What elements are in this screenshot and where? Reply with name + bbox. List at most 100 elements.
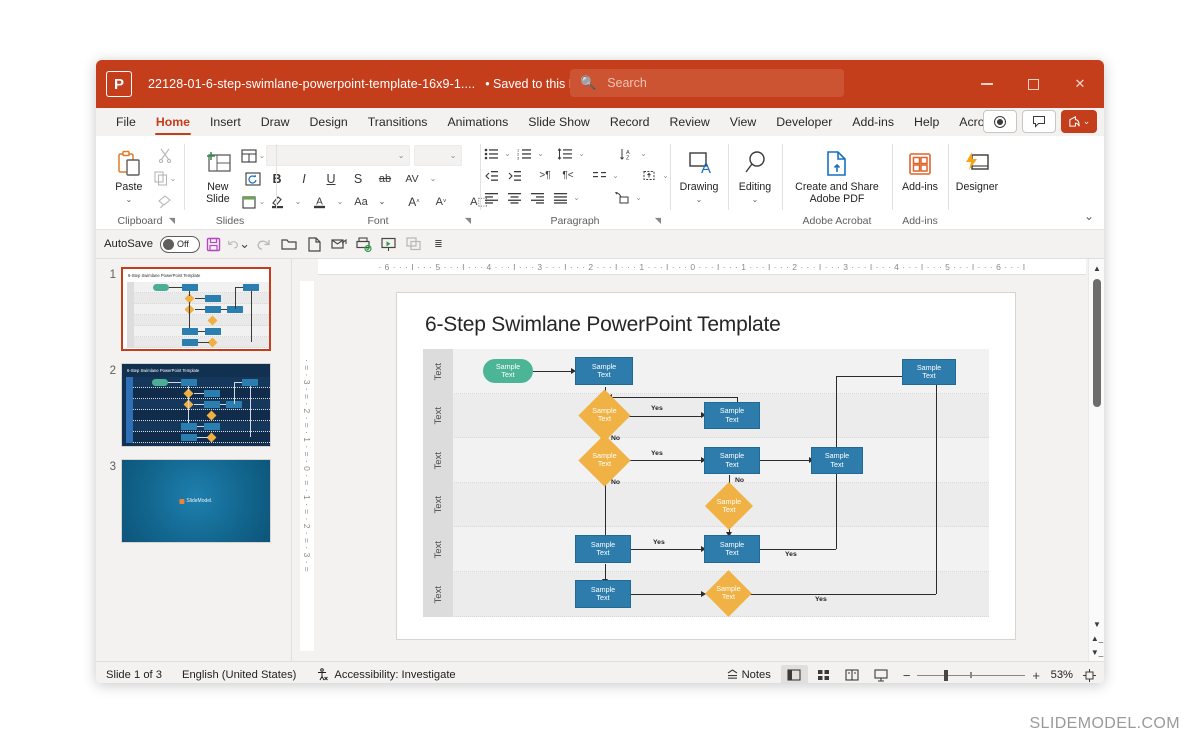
ltr-text-direction-button[interactable]: >¶ <box>534 165 556 186</box>
swimlane-header[interactable]: Text <box>423 572 453 617</box>
section-button[interactable]: ⌄ <box>241 191 265 212</box>
convert-to-smartart-button[interactable] <box>611 187 633 208</box>
swimlane-header[interactable]: Text <box>423 438 453 483</box>
zoom-out-button[interactable]: − <box>903 668 911 683</box>
align-center-button[interactable] <box>503 187 525 208</box>
zoom-slider[interactable] <box>917 669 1026 681</box>
start-slideshow-icon[interactable] <box>377 233 400 256</box>
thumbnail-preview[interactable]: 6-Step Swimlane PowerPoint Template <box>121 267 271 351</box>
swimlane-header[interactable]: Text <box>423 393 453 439</box>
align-left-button[interactable] <box>480 187 502 208</box>
swimlane-diagram[interactable]: Text Text Text Text Text Text Yes No Yes… <box>423 349 989 617</box>
justify-button[interactable] <box>549 187 571 208</box>
sort-button[interactable]: AZ <box>616 143 638 164</box>
create-share-adobe-pdf-button[interactable]: Create and Share Adobe PDF <box>787 143 887 205</box>
layout-button[interactable]: ⌄ <box>241 145 265 166</box>
undo-icon[interactable]: ⌄ <box>227 233 250 256</box>
tab-insert[interactable]: Insert <box>202 111 249 133</box>
font-name-combo[interactable]: ⌄ <box>265 145 410 166</box>
vertical-scrollbar[interactable]: ▲ ▼ ▲_ ▼_ <box>1088 259 1104 661</box>
format-painter-button[interactable] <box>154 191 176 212</box>
font-size-combo[interactable]: ⌄ <box>413 145 462 166</box>
align-text-button[interactable] <box>638 165 660 186</box>
scrollbar-thumb[interactable] <box>1093 279 1101 407</box>
tab-home[interactable]: Home <box>148 111 198 135</box>
chevron-down-icon[interactable]: ⌄ <box>377 191 388 212</box>
add-ins-button[interactable]: Add-ins <box>895 143 945 194</box>
columns-button[interactable] <box>588 165 610 186</box>
font-color-button[interactable]: A <box>308 191 331 212</box>
diagram-node-process-6[interactable]: Sample Text <box>704 535 760 563</box>
diagram-node-end[interactable]: Sample Text <box>902 359 956 385</box>
editing-button[interactable]: Editing ⌄ <box>730 143 780 204</box>
bullets-button[interactable] <box>480 143 502 164</box>
record-button[interactable] <box>983 110 1017 133</box>
thumbnail-item-1[interactable]: 1 6-Step Swimlane PowerPoint Template <box>96 267 291 363</box>
slide-title[interactable]: 6-Step Swimlane PowerPoint Template <box>425 313 781 337</box>
zoom-control[interactable]: − + 53% <box>903 668 1096 683</box>
notes-button[interactable]: Notes <box>718 669 779 681</box>
tab-review[interactable]: Review <box>661 111 717 133</box>
chevron-down-icon[interactable]: ⌄ <box>611 171 620 180</box>
document-title[interactable]: 22128-01-6-step-swimlane-powerpoint-temp… <box>148 77 475 91</box>
close-button[interactable]: ✕ <box>1056 60 1104 108</box>
diagram-node-process-4[interactable]: Sample Text <box>811 447 863 474</box>
diagram-node-process-7[interactable]: Sample Text <box>575 580 631 608</box>
text-highlight-button[interactable] <box>266 191 289 212</box>
diagram-node-start[interactable]: Sample Text <box>483 359 533 383</box>
thumbnail-preview[interactable]: SlideModel. <box>121 459 271 543</box>
scroll-down-arrow-icon[interactable]: ▼ <box>1089 617 1104 631</box>
chevron-down-icon[interactable]: ⌄ <box>503 149 512 158</box>
comments-button[interactable] <box>1022 110 1056 133</box>
increase-indent-button[interactable] <box>503 165 525 186</box>
font-dialog-launcher[interactable]: ◥ <box>465 212 471 229</box>
email-icon[interactable] <box>327 233 350 256</box>
chevron-down-icon[interactable]: ⌄ <box>536 149 545 158</box>
tab-design[interactable]: Design <box>301 111 355 133</box>
autosave-toggle[interactable]: Off <box>160 235 200 253</box>
diagram-node-process-2[interactable]: Sample Text <box>704 402 760 429</box>
change-case-button[interactable]: Aa <box>350 191 373 212</box>
new-slide-button[interactable]: New Slide <box>195 143 241 205</box>
zoom-in-button[interactable]: + <box>1032 668 1040 683</box>
decrease-indent-button[interactable] <box>480 165 502 186</box>
zoom-percentage[interactable]: 53% <box>1047 669 1073 681</box>
search-input[interactable] <box>605 75 816 91</box>
thumbnail-preview[interactable]: 6-Step Swimlane PowerPoint Template <box>121 363 271 447</box>
chevron-down-icon[interactable]: ⌄ <box>335 191 346 212</box>
chevron-down-icon[interactable]: ⌄ <box>661 171 670 180</box>
save-icon[interactable] <box>202 233 225 256</box>
slide-counter[interactable]: Slide 1 of 3 <box>106 669 162 681</box>
chevron-down-icon[interactable]: ⌄ <box>634 193 643 202</box>
copy-button[interactable]: ⌄ <box>154 168 176 189</box>
next-slide-icon[interactable]: ▼_ <box>1089 645 1104 659</box>
tab-file[interactable]: File <box>108 111 144 133</box>
chevron-down-icon[interactable]: ⌄ <box>239 236 250 252</box>
redo-icon[interactable] <box>252 233 275 256</box>
increase-font-size-button[interactable]: A ˄ <box>403 191 426 212</box>
slide-canvas[interactable]: 6-Step Swimlane PowerPoint Template Text… <box>396 292 1016 640</box>
diagram-node-process-5[interactable]: Sample Text <box>575 535 631 563</box>
customize-quick-access-icon[interactable]: ≣ <box>427 233 450 256</box>
tab-draw[interactable]: Draw <box>253 111 298 133</box>
tab-record[interactable]: Record <box>602 111 658 133</box>
chevron-down-icon[interactable]: ⌄ <box>577 149 586 158</box>
designer-button[interactable]: Designer <box>952 143 1002 194</box>
language-indicator[interactable]: English (United States) <box>182 669 296 681</box>
line-spacing-button[interactable] <box>554 143 576 164</box>
thumbnail-item-3[interactable]: 3 SlideModel. <box>96 459 291 555</box>
reading-view-button[interactable] <box>839 665 866 684</box>
accessibility-status[interactable]: Accessibility: Investigate <box>316 668 456 681</box>
clipboard-dialog-launcher[interactable]: ◥ <box>169 212 175 229</box>
paste-button[interactable]: Paste ⌄ <box>104 143 154 204</box>
bold-button[interactable]: B <box>266 168 289 189</box>
zoom-slider-handle[interactable] <box>944 670 949 681</box>
slide-thumbnail-pane[interactable]: 1 6-Step Swimlane PowerPoint Template 2 … <box>96 259 292 661</box>
duplicate-icon[interactable] <box>402 233 425 256</box>
slide-sorter-button[interactable] <box>810 665 837 684</box>
minimize-button[interactable] <box>964 60 1010 108</box>
diagram-node-process-1[interactable]: Sample Text <box>575 357 633 385</box>
tab-view[interactable]: View <box>722 111 764 133</box>
swimlane-header[interactable]: Text <box>423 482 453 528</box>
share-button[interactable]: ⌄ <box>1061 110 1097 133</box>
